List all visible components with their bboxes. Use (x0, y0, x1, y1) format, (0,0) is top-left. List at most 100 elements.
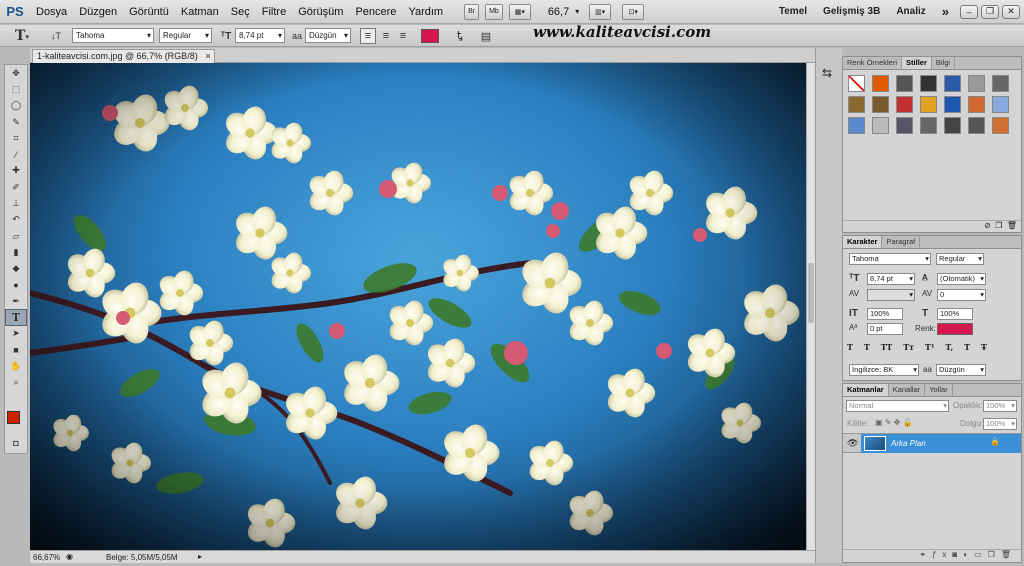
close-icon[interactable]: ✕ (1002, 4, 1020, 19)
shape-icon[interactable]: ■ (5, 342, 27, 358)
menu-filtre[interactable]: Filtre (256, 6, 292, 18)
align-left-icon[interactable]: ≡ (360, 28, 376, 44)
tracking-field[interactable]: 0 (937, 289, 986, 301)
arrange-documents-button[interactable]: ▥▾ (589, 3, 612, 20)
vertical-scrollbar[interactable] (806, 63, 815, 550)
antialias-select[interactable]: Düzgün (305, 28, 351, 43)
text-color-swatch[interactable] (421, 29, 439, 43)
menu-dosya[interactable]: Dosya (30, 6, 73, 18)
opacity-field[interactable]: 100% (983, 400, 1017, 412)
style-swatch[interactable] (944, 75, 961, 92)
style-swatch[interactable] (944, 96, 961, 113)
mini-bridge-button[interactable]: Mb (485, 3, 503, 20)
warp-text-icon[interactable]: Ꮏ (452, 28, 468, 44)
layer-row[interactable]: 👁 Arka Plan 🔒 (843, 433, 1021, 453)
tab-katmanlar[interactable]: Katmanlar (843, 384, 889, 396)
menu-gorusum[interactable]: Görüşüm (292, 6, 349, 18)
screen-mode-button[interactable]: ⊡▾ (622, 3, 645, 20)
character-panel-toggle-icon[interactable]: ▤ (478, 28, 494, 44)
style-swatch[interactable] (896, 75, 913, 92)
font-style-select[interactable]: Regular (159, 28, 212, 43)
language-select[interactable]: İngilizce: BK (849, 364, 919, 376)
trash-icon[interactable]: 🗑 (1001, 550, 1017, 559)
path-select-icon[interactable]: ➤ (5, 326, 27, 342)
zoom-menu-icon[interactable]: ◉ (66, 552, 73, 561)
chevron-down-icon[interactable]: ▾ (575, 7, 579, 16)
zoom-readout[interactable]: 66,67% (33, 553, 60, 562)
history-panel-icon[interactable]: ⇆ (822, 66, 832, 80)
marquee-icon[interactable]: ⬚ (5, 81, 27, 97)
tab-bilgi[interactable]: Bilgi (932, 57, 956, 69)
quick-select-icon[interactable]: ✎ (5, 114, 27, 130)
char-font-style-select[interactable]: Regular (936, 253, 984, 265)
document-tab[interactable]: 1-kaliteavcisi.com.jpg @ 66,7% (RGB/8) × (32, 49, 215, 63)
move-icon[interactable]: ✥ (5, 65, 27, 81)
gradient-icon[interactable]: ▮ (5, 244, 27, 260)
clear-style-icon[interactable]: ⊘ (984, 221, 991, 230)
type-style-button[interactable]: T (847, 342, 853, 354)
style-swatch[interactable] (968, 96, 985, 113)
eye-icon[interactable]: 👁 (847, 438, 858, 449)
lock-icons[interactable]: ▣ ✎ ✥ 🔒 (875, 418, 913, 427)
tab-stiller[interactable]: Stiller (902, 57, 932, 69)
workspace-analiz[interactable]: Analiz (888, 6, 933, 17)
close-tab-icon[interactable]: × (205, 50, 210, 63)
menu-duzgen[interactable]: Düzgen (73, 6, 123, 18)
leading-field[interactable]: (Otomatik) (937, 273, 986, 285)
style-swatch[interactable] (872, 96, 889, 113)
foreground-color-swatch[interactable] (7, 411, 20, 424)
type-style-button[interactable]: T¹ (925, 342, 934, 354)
vertical-scale-field[interactable]: 100% (867, 308, 903, 320)
healing-icon[interactable]: ✚ (5, 163, 27, 179)
workspace-temel[interactable]: Temel (771, 6, 815, 17)
menu-goruntu[interactable]: Görüntü (123, 6, 175, 18)
horizontal-scale-field[interactable]: 100% (937, 308, 973, 320)
type-style-button[interactable]: TT (881, 342, 893, 354)
blend-mode-select[interactable]: Normal (846, 400, 949, 412)
zoom-level[interactable]: 66,7 (542, 6, 575, 18)
stamp-icon[interactable]: ⊥ (5, 195, 27, 211)
new-layer-icon[interactable]: ❐ (988, 550, 1001, 559)
baseline-shift-field[interactable]: 0 pt (867, 323, 903, 335)
status-menu-icon[interactable]: ▸ (198, 552, 202, 561)
crop-icon[interactable]: ⌗ (5, 130, 27, 146)
trash-icon[interactable]: 🗑 (1007, 221, 1017, 230)
style-swatch[interactable] (968, 75, 985, 92)
type-style-button[interactable]: T (864, 342, 870, 354)
quick-mask-icon[interactable]: ◘ (5, 435, 27, 451)
bridge-button[interactable]: Br (464, 3, 480, 20)
character-color-swatch[interactable] (937, 323, 973, 335)
font-size-select[interactable]: 8,74 pt (235, 28, 285, 43)
type-style-button[interactable]: Tт (903, 342, 914, 354)
type-style-button[interactable]: T, (945, 342, 953, 354)
eyedropper-icon[interactable]: ⁄ (5, 146, 27, 162)
blur-icon[interactable]: ◆ (5, 261, 27, 277)
minimize-icon[interactable]: – (960, 4, 978, 19)
tab-yollar[interactable]: Yollar (925, 384, 953, 396)
dodge-icon[interactable]: ● (5, 277, 27, 293)
align-center-icon[interactable]: ≡ (378, 28, 394, 44)
style-swatch[interactable] (896, 117, 913, 134)
type-icon[interactable]: T (5, 309, 27, 326)
style-swatch[interactable] (848, 117, 865, 134)
char-antialias-select[interactable]: Düzgün (936, 364, 986, 376)
eraser-icon[interactable]: ▱ (5, 228, 27, 244)
zoom-icon[interactable]: ⌕ (5, 375, 27, 391)
font-family-select[interactable]: Tahoma (72, 28, 154, 43)
style-swatch[interactable] (920, 96, 937, 113)
fx-icon[interactable]: ƒx (932, 550, 952, 559)
new-style-icon[interactable]: ❐ (995, 221, 1002, 230)
menu-sec[interactable]: Seç (225, 6, 256, 18)
workspace-gelismis-3b[interactable]: Gelişmiş 3B (815, 6, 888, 17)
style-swatch[interactable] (896, 96, 913, 113)
type-style-button[interactable]: T (964, 342, 970, 354)
style-swatch[interactable] (992, 117, 1009, 134)
tab-karakter[interactable]: Karakter (843, 236, 883, 248)
style-swatch[interactable] (872, 75, 889, 92)
tab-paragraf[interactable]: Paragraf (882, 236, 921, 248)
char-font-size-field[interactable]: 8,74 pt (867, 273, 915, 285)
style-swatch[interactable] (848, 96, 865, 113)
style-swatch[interactable] (848, 75, 865, 92)
style-swatch[interactable] (944, 117, 961, 134)
style-swatch[interactable] (992, 96, 1009, 113)
